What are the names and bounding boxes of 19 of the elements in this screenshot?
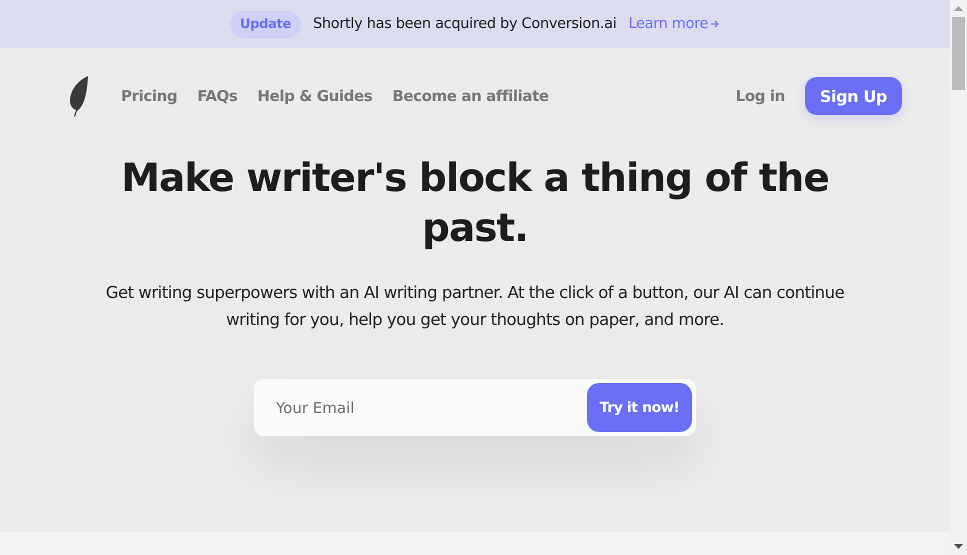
hero-subtitle: Get writing superpowers with an AI writing partner. At the click of a button, our AI can continue writing for you, help you get your thoughts on paper, and more. (104, 282, 846, 331)
nav-link[interactable]: Become an affiliate (392, 87, 549, 105)
email-field[interactable]: Your Email (274, 398, 587, 418)
scroll-down-icon[interactable] (954, 544, 963, 549)
arrow-icon (710, 19, 720, 29)
announcement-text: Shortly has been acquired by Conversion.ai (312, 16, 616, 32)
feather-logo[interactable] (67, 75, 91, 117)
try-button[interactable]: Try it now! (587, 383, 692, 432)
scroll-up-icon[interactable] (954, 6, 963, 11)
nav-link[interactable]: Help & Guides (257, 87, 372, 105)
login-link[interactable]: Log in (736, 87, 785, 105)
scrollbar-thumb[interactable] (952, 17, 965, 90)
scrollbar[interactable] (950, 0, 967, 555)
nav-link[interactable]: FAQs (197, 87, 238, 105)
learn-more-link[interactable]: Learn more (628, 16, 720, 32)
hero-title: Make writer's block a thing of the past. (120, 155, 830, 253)
nav-link[interactable]: Pricing (121, 87, 178, 105)
update-badge: Update (230, 10, 301, 38)
signup-button[interactable]: Sign Up (804, 77, 902, 115)
